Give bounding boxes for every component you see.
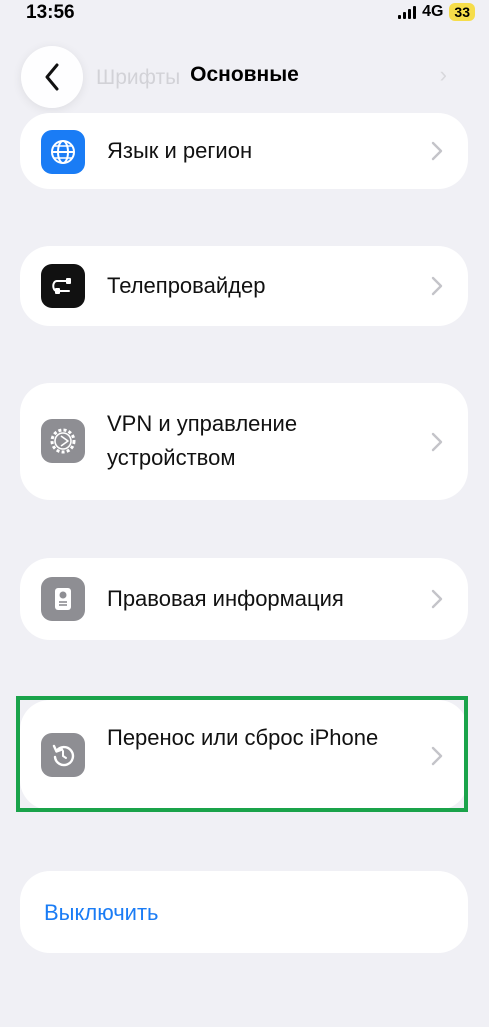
- card-legal: Правовая информация: [20, 558, 468, 640]
- status-bar: 13:56 4G 33: [0, 0, 489, 26]
- card-transfer-reset: Перенос или сброс iPhone: [20, 700, 468, 810]
- card-shutdown: Выключить: [20, 871, 468, 953]
- page-title: Основные: [190, 63, 299, 86]
- reset-icon: [41, 733, 85, 777]
- item-label: Телепровайдер: [107, 273, 266, 298]
- card-language: Язык и регион: [20, 113, 468, 189]
- list-item-transfer-reset[interactable]: Перенос или сброс iPhone: [20, 700, 468, 810]
- battery-icon: 33: [449, 3, 475, 21]
- item-label: Язык и регион: [107, 138, 253, 163]
- chevron-right-icon: [431, 141, 443, 161]
- tv-provider-icon: [41, 264, 85, 308]
- chevron-right-icon: [431, 276, 443, 296]
- list-item-vpn[interactable]: VPN и управление устройством: [20, 383, 468, 500]
- network-type: 4G: [422, 3, 444, 20]
- item-label: VPN и управление устройством: [107, 411, 298, 470]
- globe-icon: [41, 130, 85, 174]
- item-label: Перенос или сброс iPhone: [107, 725, 379, 750]
- list-item-legal[interactable]: Правовая информация: [20, 558, 468, 640]
- list-item-language[interactable]: Язык и регион: [20, 113, 468, 189]
- chevron-right-icon: [431, 746, 443, 766]
- card-vpn: VPN и управление устройством: [20, 383, 468, 500]
- shutdown-label: Выключить: [44, 900, 159, 925]
- card-tv-provider: Телепровайдер: [20, 246, 468, 326]
- shutdown-button[interactable]: Выключить: [20, 871, 468, 953]
- gear-icon: [41, 419, 85, 463]
- item-label: Правовая информация: [107, 586, 344, 611]
- chevron-right-icon: [431, 432, 443, 452]
- certificate-icon: [41, 577, 85, 621]
- signal-icon: [398, 5, 417, 19]
- status-time: 13:56: [26, 2, 75, 23]
- status-right: 4G 33: [398, 3, 475, 21]
- chevron-right-icon: [431, 589, 443, 609]
- list-item-tv-provider[interactable]: Телепровайдер: [20, 246, 468, 326]
